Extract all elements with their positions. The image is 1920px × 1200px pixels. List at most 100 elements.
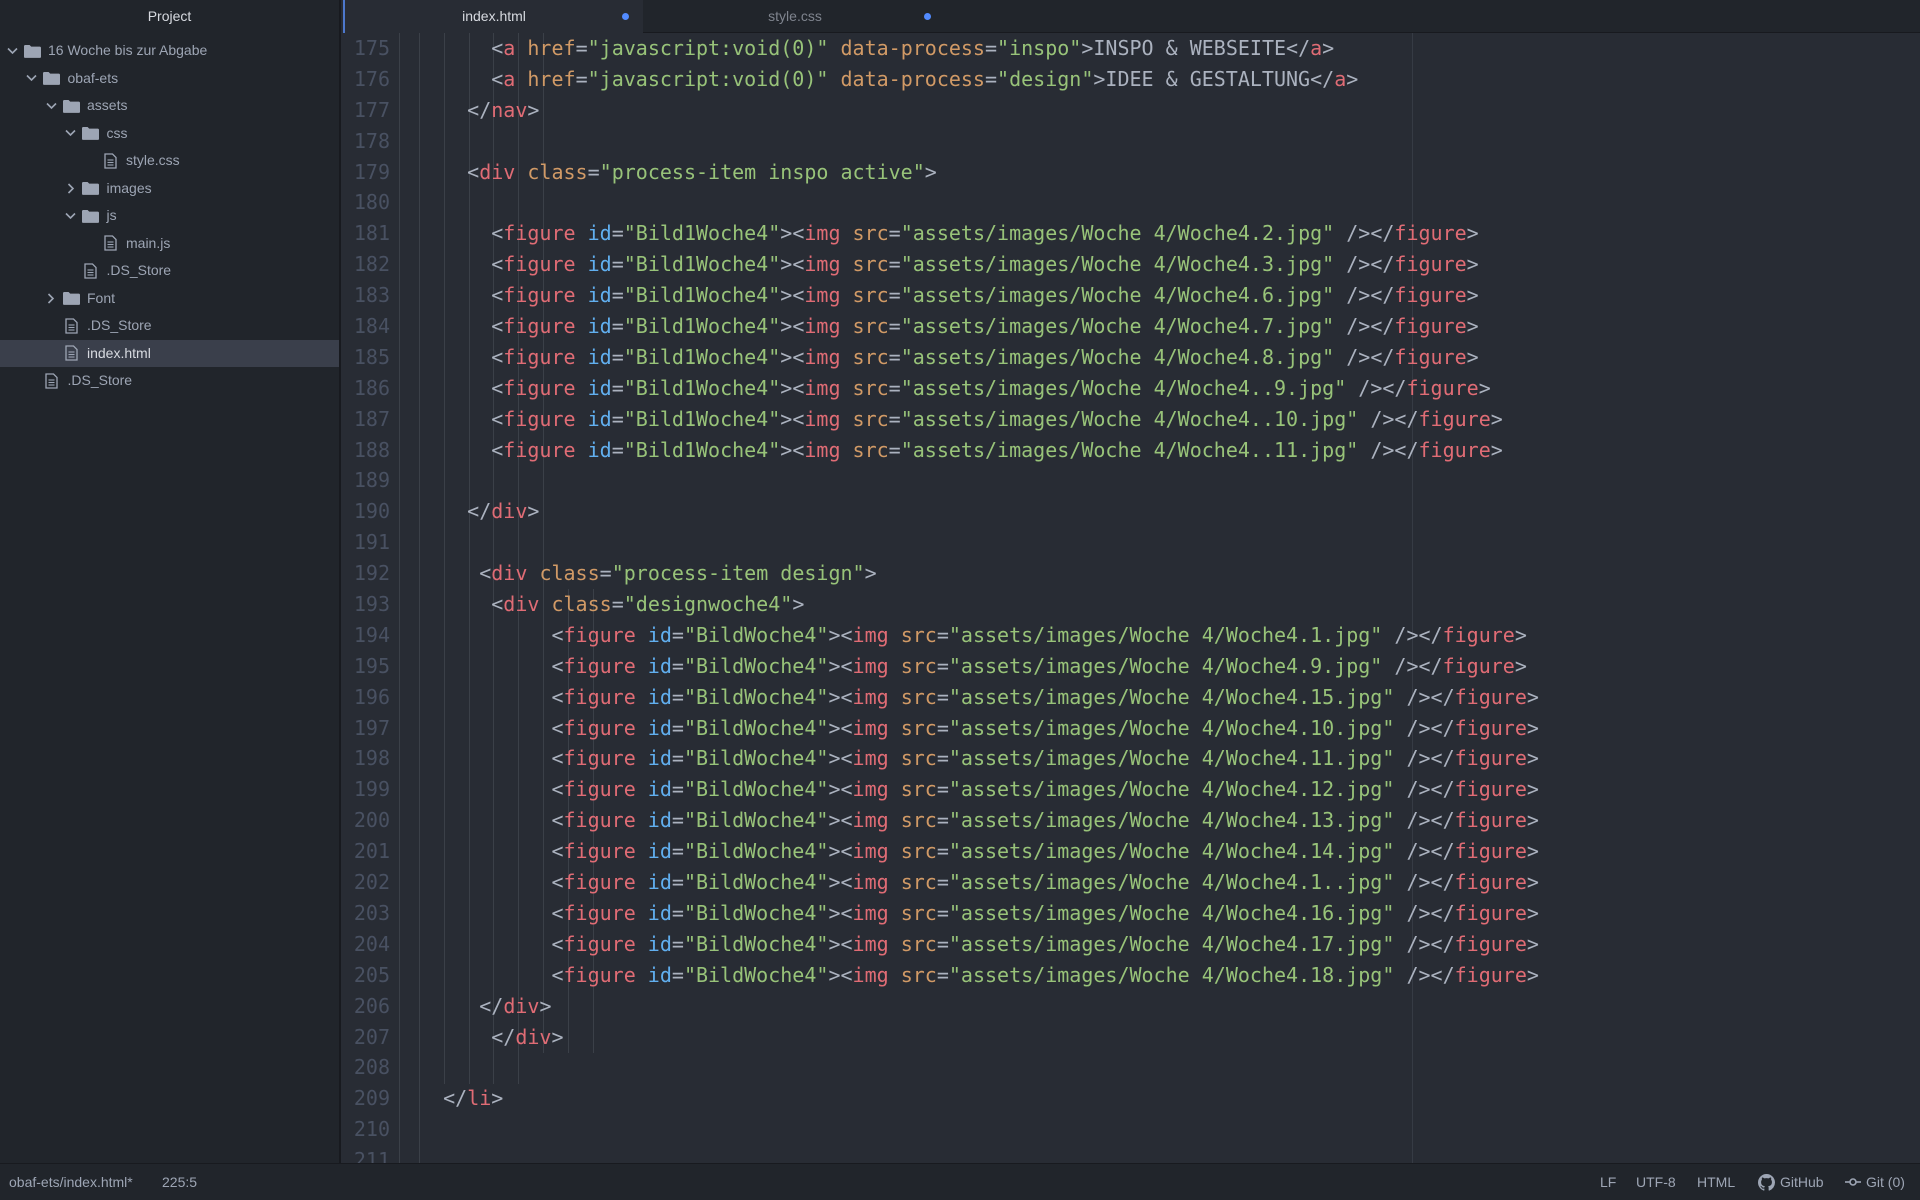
code-line[interactable]: <div class="designwoche4"> (419, 589, 1539, 620)
tab-index-html[interactable]: index.html (343, 0, 643, 34)
code-line[interactable]: <figure id="BildWoche4"><img src="assets… (419, 898, 1538, 929)
code-line[interactable] (419, 187, 1539, 218)
tree-folder[interactable]: assets (0, 92, 339, 119)
code-line[interactable] (419, 465, 1539, 496)
code-line[interactable]: <figure id="Bild1Woche4"><img src="asset… (419, 218, 1539, 249)
code-line[interactable]: <figure id="Bild1Woche4"><img src="asset… (419, 435, 1539, 466)
tab-style-css[interactable]: style.css (645, 0, 945, 33)
code-line[interactable]: <figure id="Bild1Woche4"><img src="asset… (419, 404, 1539, 435)
chevron-down-icon[interactable] (5, 37, 19, 64)
folder-icon (82, 175, 100, 202)
code-line[interactable]: <div class="process-item inspo active"> (419, 157, 1539, 188)
file-text-icon (101, 147, 119, 174)
git-button[interactable]: Git (0) (1845, 1164, 1905, 1200)
code-line[interactable] (419, 1114, 1539, 1145)
code-line[interactable]: </div> (419, 1022, 1539, 1053)
code-line[interactable]: <figure id="BildWoche4"><img src="assets… (419, 960, 1538, 991)
file-text-icon (101, 230, 119, 257)
line-number: 210 (353, 1117, 390, 1142)
line-number: 189 (353, 468, 390, 493)
code-line[interactable]: <figure id="Bild1Woche4"><img src="asset… (419, 311, 1539, 342)
tree-folder[interactable]: images (0, 175, 339, 202)
line-number: 209 (353, 1086, 390, 1111)
github-label: GitHub (1780, 1174, 1824, 1190)
code-line[interactable]: <figure id="BildWoche4"><img src="assets… (419, 867, 1538, 898)
folder-icon (82, 120, 100, 147)
code-line[interactable]: <figure id="Bild1Woche4"><img src="asset… (419, 280, 1539, 311)
line-number: 181 (353, 221, 390, 246)
code-line[interactable]: <a href="javascript:void(0)" data-proces… (419, 33, 1539, 64)
chevron-right-icon[interactable] (64, 175, 78, 202)
tree-file[interactable]: index.html (0, 339, 339, 367)
line-number: 202 (353, 870, 390, 895)
code-lines[interactable]: <a href="javascript:void(0)" data-proces… (419, 33, 1539, 1163)
code-line[interactable] (419, 126, 1539, 157)
tree-folder[interactable]: 16 Woche bis zur Abgabe (0, 37, 339, 64)
folder-icon (62, 92, 80, 119)
tree-file[interactable]: .DS_Store (0, 367, 339, 394)
code-line[interactable] (419, 1052, 1539, 1083)
line-number: 204 (353, 931, 390, 956)
github-icon (1758, 1173, 1775, 1191)
code-line[interactable]: <figure id="BildWoche4"><img src="assets… (419, 713, 1538, 744)
chevron-down-icon[interactable] (44, 92, 58, 119)
code-line[interactable]: <figure id="BildWoche4"><img src="assets… (419, 620, 1539, 651)
code-line[interactable]: <figure id="BildWoche4"><img src="assets… (419, 836, 1538, 867)
chevron-right-icon[interactable] (44, 285, 58, 312)
code-line[interactable] (419, 1145, 1539, 1163)
code-line[interactable]: <figure id="Bild1Woche4"><img src="asset… (419, 342, 1539, 373)
tree-item-label: style.css (126, 152, 180, 168)
code-line[interactable]: </div> (419, 496, 1539, 527)
line-number: 180 (353, 190, 390, 215)
tree-item-label: Font (87, 289, 116, 306)
tree-folder[interactable]: css (0, 120, 339, 147)
status-file-path[interactable]: obaf-ets/index.html* (9, 1164, 133, 1200)
line-number: 205 (353, 962, 390, 987)
tab-label: index.html (462, 8, 526, 24)
tree-file[interactable]: main.js (0, 230, 339, 257)
tree-file[interactable]: style.css (0, 147, 339, 174)
line-number: 184 (353, 314, 390, 339)
code-line[interactable]: <figure id="BildWoche4"><img src="assets… (419, 805, 1538, 836)
status-encoding[interactable]: UTF-8 (1636, 1164, 1676, 1200)
line-number: 188 (353, 437, 390, 462)
code-editor[interactable]: 175 176 177 178 179 180 181 182 183 184 185 186 187 1… (343, 33, 1920, 1163)
chevron-down-icon[interactable] (64, 120, 78, 147)
code-line[interactable]: </li> (419, 1083, 1539, 1114)
code-line[interactable]: <figure id="BildWoche4"><img src="assets… (419, 651, 1539, 682)
chevron-down-icon[interactable] (64, 202, 78, 229)
line-number: 183 (353, 283, 390, 308)
status-cursor-position[interactable]: 225:5 (162, 1164, 197, 1200)
indent-guide (399, 33, 401, 1163)
tree-file[interactable]: .DS_Store (0, 312, 339, 339)
code-line[interactable]: <figure id="Bild1Woche4"><img src="asset… (419, 373, 1539, 404)
github-button[interactable]: GitHub (1758, 1164, 1824, 1200)
status-line-ending[interactable]: LF (1600, 1164, 1616, 1200)
code-line[interactable]: </div> (419, 991, 1539, 1022)
line-number: 185 (353, 344, 390, 369)
code-line[interactable]: <div class="process-item design"> (419, 558, 1539, 589)
tree-folder[interactable]: js (0, 202, 339, 229)
code-line[interactable]: <figure id="BildWoche4"><img src="assets… (419, 682, 1538, 713)
file-text-icon (62, 340, 80, 367)
code-line[interactable]: <figure id="BildWoche4"><img src="assets… (419, 929, 1538, 960)
line-number: 208 (353, 1055, 390, 1080)
git-commit-icon (1845, 1178, 1861, 1186)
code-line[interactable] (419, 527, 1539, 558)
tree-file[interactable]: .DS_Store (0, 257, 339, 284)
chevron-down-icon[interactable] (25, 65, 39, 92)
status-grammar[interactable]: HTML (1697, 1164, 1735, 1200)
tree-folder[interactable]: Font (0, 285, 339, 312)
tree-item-label: obaf-ets (67, 69, 119, 86)
modified-indicator-icon (622, 13, 629, 20)
tree-item-label: css (106, 124, 128, 141)
line-number: 177 (353, 97, 390, 122)
code-line[interactable]: <figure id="BildWoche4"><img src="assets… (419, 774, 1538, 805)
line-number: 203 (353, 900, 390, 925)
code-line[interactable]: <figure id="Bild1Woche4"><img src="asset… (419, 249, 1539, 280)
code-line[interactable]: <a href="javascript:void(0)" data-proces… (419, 64, 1539, 95)
code-line[interactable]: <figure id="BildWoche4"><img src="assets… (419, 743, 1538, 774)
tree-item-label: images (106, 179, 152, 196)
tree-folder[interactable]: obaf-ets (0, 65, 339, 92)
code-line[interactable]: </nav> (419, 95, 1539, 126)
